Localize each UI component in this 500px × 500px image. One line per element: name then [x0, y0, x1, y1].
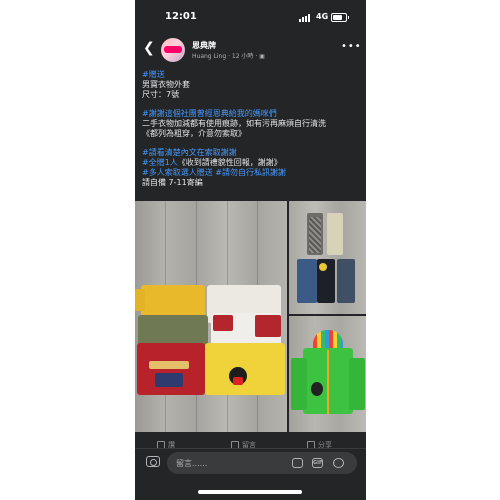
post-time: 12 小時	[231, 53, 254, 60]
divider	[135, 448, 366, 449]
post-text: #贈送 男寶衣物外套 尺寸：7號 #謝謝這個社團曾經恩典給我的媽咪們 二手衣物加減都有使…	[142, 70, 364, 188]
post-line: 請自備 7-11寄編	[142, 178, 203, 187]
status-bar: 12:01 4G	[135, 0, 366, 34]
post-line: #全贈1人《收到請禮貌性回報，謝謝》	[142, 158, 282, 167]
status-time: 12:01	[165, 11, 197, 22]
post-line: 二手衣物加減都有使用痕跡，如有污再麻煩自行清洗	[142, 119, 326, 128]
photo-shirts[interactable]	[135, 201, 287, 432]
page-name[interactable]: 恩典牌	[192, 40, 216, 51]
photo-jacket[interactable]	[289, 316, 366, 432]
comment-input[interactable]: 留言...... GIF	[167, 452, 357, 474]
post-actions: 讚 留言 分享	[135, 434, 366, 449]
hashtag-link[interactable]: #謝謝這個社團曾經恩典給我的媽咪們	[142, 109, 364, 119]
home-indicator	[198, 490, 302, 494]
hashtag-link[interactable]: #多人索取選人贈送 #請勿自行私訊謝謝	[142, 168, 364, 178]
more-options-button[interactable]: •••	[341, 41, 362, 52]
post-line: 男寶衣物外套	[142, 80, 190, 89]
post-meta: Huang Ling · 12 小時 · ▣	[192, 53, 265, 60]
network-label: 4G	[316, 12, 329, 21]
hashtag-link[interactable]: #全贈1人	[142, 158, 178, 167]
phone-screen: 12:01 4G ❮ 恩典牌 Huang Ling · 12 小時 · ▣ ••…	[135, 0, 366, 500]
gif-button[interactable]: GIF	[312, 458, 323, 468]
back-button[interactable]: ❮	[143, 40, 155, 56]
signal-icon	[299, 14, 313, 22]
audience-icon: ▣	[259, 53, 265, 60]
battery-level	[333, 15, 342, 20]
author-name[interactable]: Huang Ling	[192, 53, 226, 60]
battery-icon	[331, 13, 349, 22]
comment-placeholder: 留言......	[176, 459, 208, 468]
hashtag-link[interactable]: #贈送	[142, 70, 364, 80]
camera-icon[interactable]	[146, 456, 160, 467]
post-line: 尺寸：7號	[142, 90, 180, 99]
avatar[interactable]	[161, 38, 185, 62]
emoji-icon[interactable]	[333, 458, 344, 468]
photo-pants[interactable]	[289, 201, 366, 314]
sticker-icon[interactable]	[292, 458, 303, 468]
hashtag-link[interactable]: #請看清楚內文在索取謝謝	[142, 148, 364, 158]
post-line: 《都列為粗穿，介意勿索取》	[142, 129, 246, 138]
